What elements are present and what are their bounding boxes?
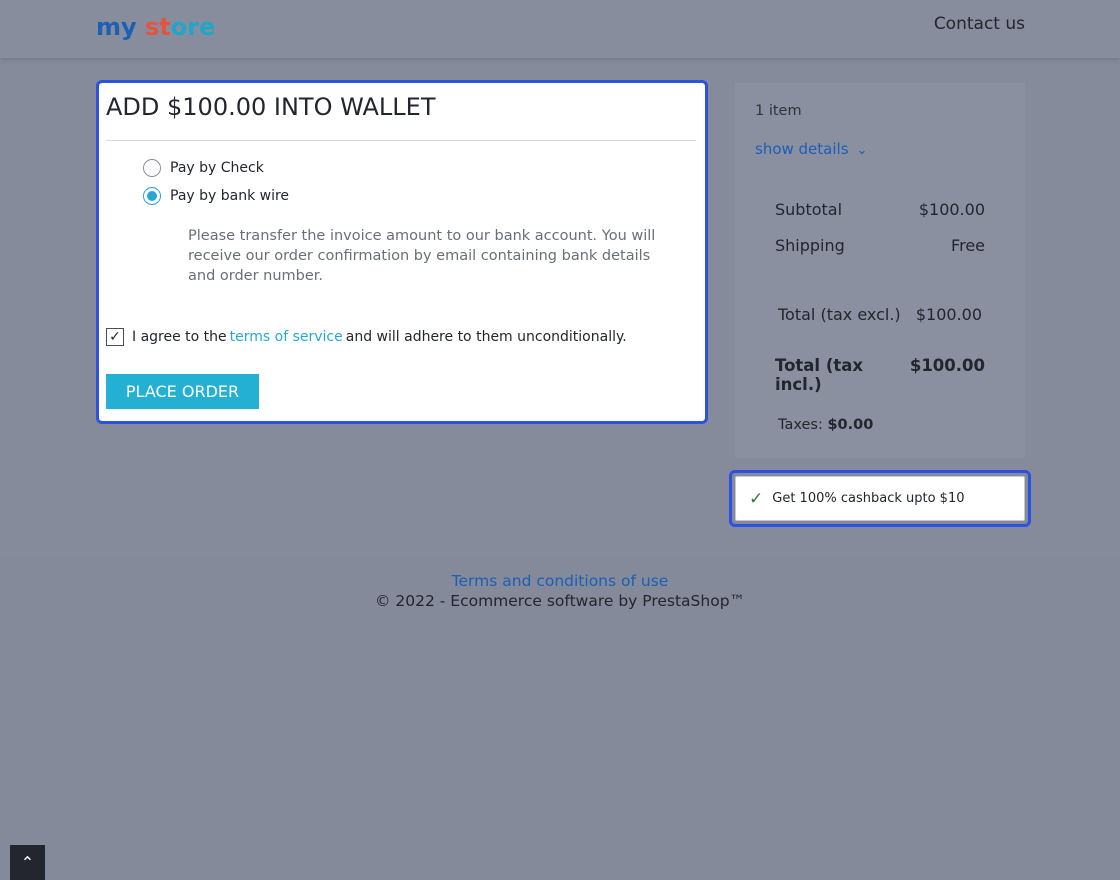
terms-conditions-link[interactable]: Terms and conditions of use xyxy=(0,572,1120,590)
double-chevron-up-icon: ⌃ xyxy=(20,853,35,872)
copyright: © 2022 - Ecommerce software by PrestaSho… xyxy=(374,592,746,610)
payment-option-bank-wire[interactable]: Pay by bank wire xyxy=(143,187,289,205)
total-excl-row: Total (tax excl.) $100.00 xyxy=(778,305,982,324)
agree-prefix: I agree to the xyxy=(132,329,227,345)
back-to-top-button[interactable]: ⌃ xyxy=(10,845,45,880)
taxes-label: Taxes: xyxy=(778,417,823,433)
contact-us-link[interactable]: Contact us xyxy=(934,14,1025,34)
shipping-row: Shipping Free xyxy=(775,236,985,255)
show-details-toggle[interactable]: show details ⌄ xyxy=(755,140,867,158)
payment-instructions: Please transfer the invoice amount to ou… xyxy=(188,228,656,284)
chevron-down-icon: ⌄ xyxy=(856,142,868,158)
site-footer: Terms and conditions of use © 2022 - Eco… xyxy=(0,556,1120,880)
payment-option-label: Pay by bank wire xyxy=(170,188,290,204)
subtotal-row: Subtotal $100.00 xyxy=(775,200,985,219)
taxes-value: $0.00 xyxy=(827,417,874,433)
subtotal-label: Subtotal xyxy=(775,200,843,219)
total-incl-label: Total (tax incl.) xyxy=(775,356,864,394)
payment-option-check[interactable]: Pay by Check xyxy=(143,159,264,177)
total-incl-row: Total (tax incl.) $100.00 xyxy=(775,356,985,394)
divider xyxy=(106,140,696,141)
taxes-row: Taxes: $0.00 xyxy=(778,417,873,433)
cart-summary: 1 item show details ⌄ Subtotal $100.00 S… xyxy=(735,83,1025,458)
terms-agreement: ✓ I agree to the terms of service and wi… xyxy=(106,328,627,346)
cashback-offer: ✓ Get 100% cashback upto $10 xyxy=(729,470,1031,527)
cashback-text: Get 100% cashback upto $10 xyxy=(772,491,965,506)
site-header: my store Contact us xyxy=(0,0,1120,58)
check-icon: ✓ xyxy=(749,488,764,509)
items-count: 1 item xyxy=(755,103,802,119)
checkmark-icon: ✓ xyxy=(109,329,121,345)
shipping-value: Free xyxy=(951,236,985,255)
payment-option-label: Pay by Check xyxy=(170,160,264,176)
page-title: ADD $100.00 INTO WALLET xyxy=(106,93,436,121)
total-excl-value: $100.00 xyxy=(915,305,982,324)
terms-checkbox[interactable]: ✓ xyxy=(106,328,124,346)
shipping-label: Shipping xyxy=(775,236,845,255)
radio-pay-by-bank-wire[interactable] xyxy=(143,187,161,205)
total-incl-value: $100.00 xyxy=(909,356,985,375)
payment-section: ADD $100.00 INTO WALLET Pay by Check Pay… xyxy=(96,80,708,424)
agree-suffix: and will adhere to them unconditionally. xyxy=(345,329,627,345)
terms-of-service-link[interactable]: terms of service xyxy=(230,329,343,345)
subtotal-value: $100.00 xyxy=(918,200,985,219)
radio-pay-by-check[interactable] xyxy=(143,159,161,177)
cashback-banner: ✓ Get 100% cashback upto $10 xyxy=(735,476,1025,521)
place-order-button[interactable]: PLACE ORDER xyxy=(106,374,259,409)
total-excl-label: Total (tax excl.) xyxy=(778,305,901,324)
store-logo[interactable]: my store xyxy=(96,12,215,42)
